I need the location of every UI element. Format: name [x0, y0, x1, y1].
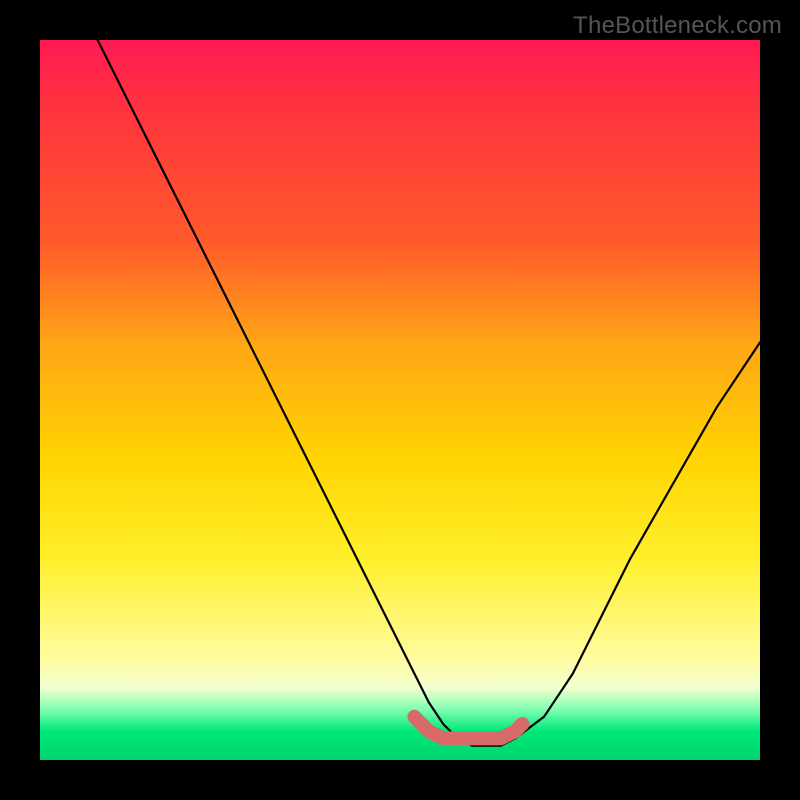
chart-frame: TheBottleneck.com	[0, 0, 800, 800]
bottleneck-curve	[98, 40, 760, 746]
chart-svg	[40, 40, 760, 760]
plot-area	[40, 40, 760, 760]
watermark-text: TheBottleneck.com	[573, 12, 782, 40]
optimal-range-marker	[414, 717, 522, 739]
